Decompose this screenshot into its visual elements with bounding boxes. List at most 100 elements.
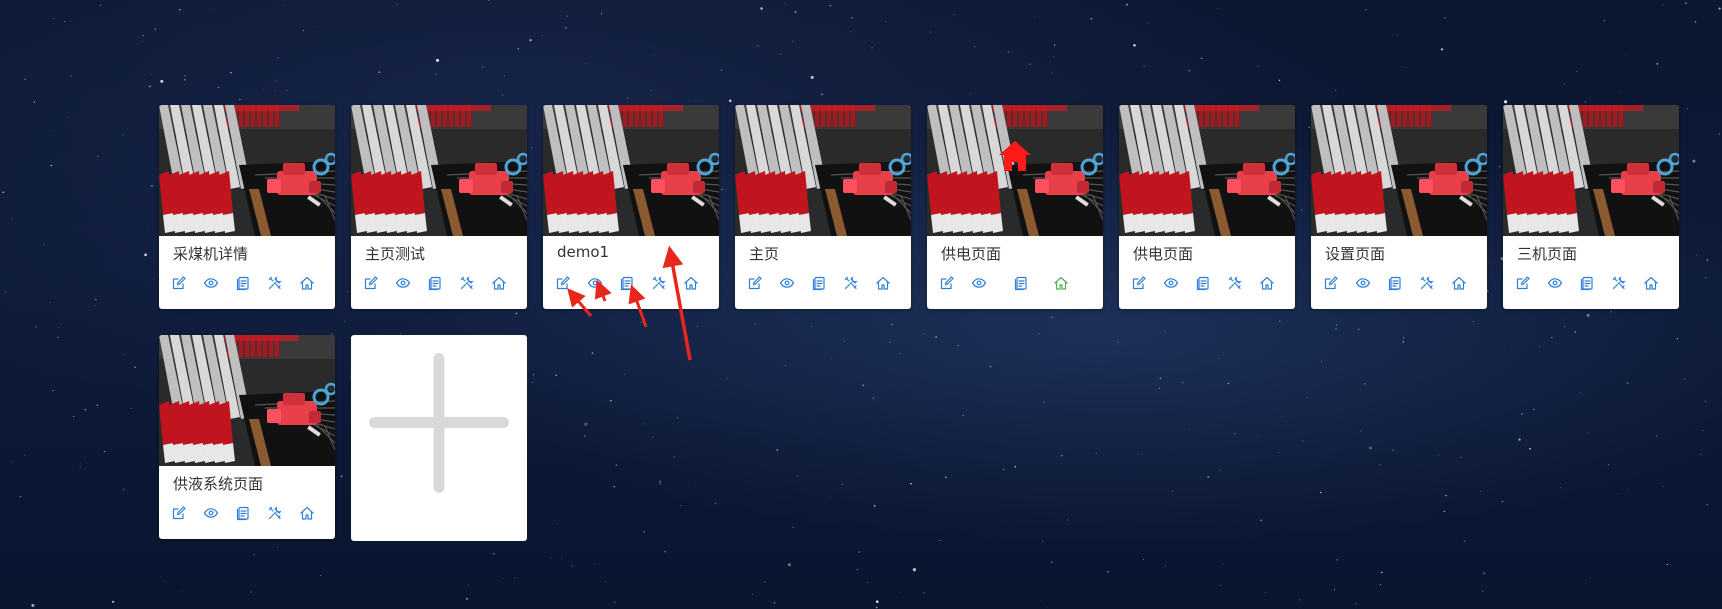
edit-button[interactable] — [1323, 272, 1355, 294]
copy-button[interactable] — [1387, 272, 1419, 294]
set-home-button[interactable] — [299, 272, 331, 294]
star — [1333, 588, 1336, 591]
star — [591, 352, 594, 354]
star — [680, 505, 682, 507]
set-home-button[interactable] — [491, 272, 523, 294]
star — [565, 27, 567, 29]
star — [555, 374, 557, 376]
star — [340, 475, 343, 478]
edit-button[interactable] — [171, 502, 203, 524]
star — [72, 416, 74, 417]
settings-button[interactable] — [651, 272, 683, 294]
view-button[interactable] — [395, 272, 427, 294]
view-button[interactable] — [971, 272, 1013, 294]
star — [642, 423, 644, 425]
set-home-button[interactable] — [683, 272, 715, 294]
view-button[interactable] — [1355, 272, 1387, 294]
set-home-button[interactable] — [299, 502, 331, 524]
star — [1440, 48, 1444, 51]
edit-button[interactable] — [747, 272, 779, 294]
star — [1141, 453, 1143, 455]
copy-button[interactable] — [619, 272, 651, 294]
edit-button[interactable] — [171, 272, 203, 294]
copy-button[interactable] — [1195, 272, 1227, 294]
star — [1483, 572, 1485, 574]
star — [1504, 100, 1508, 104]
set-home-button[interactable] — [1259, 272, 1291, 294]
star — [844, 341, 845, 342]
star — [974, 46, 976, 48]
settings-button[interactable] — [267, 272, 299, 294]
view-icon — [1355, 278, 1371, 288]
view-button[interactable] — [203, 272, 235, 294]
star — [954, 14, 956, 16]
star — [945, 476, 947, 479]
copy-button[interactable] — [427, 272, 459, 294]
star — [66, 117, 68, 118]
page-card-actions — [555, 272, 715, 294]
copy-button[interactable] — [1013, 272, 1053, 294]
copy-button[interactable] — [811, 272, 843, 294]
star — [1325, 443, 1326, 444]
edit-button[interactable] — [1131, 272, 1163, 294]
star — [466, 598, 468, 600]
star — [147, 226, 149, 228]
view-button[interactable] — [587, 272, 619, 294]
star — [277, 546, 279, 548]
edit-button[interactable] — [1515, 272, 1547, 294]
star — [694, 480, 695, 482]
star — [1403, 337, 1405, 339]
star — [776, 449, 779, 451]
view-button[interactable] — [203, 502, 235, 524]
star — [1051, 561, 1053, 563]
copy-button[interactable] — [235, 272, 267, 294]
star — [154, 279, 155, 281]
set-home-button[interactable] — [1451, 272, 1483, 294]
settings-button[interactable] — [1611, 272, 1643, 294]
settings-icon — [1612, 276, 1626, 290]
star — [1364, 382, 1366, 385]
star — [924, 333, 926, 335]
star — [1481, 590, 1484, 592]
settings-button[interactable] — [459, 272, 491, 294]
view-button[interactable] — [1163, 272, 1195, 294]
view-button[interactable] — [779, 272, 811, 294]
copy-button[interactable] — [235, 502, 267, 524]
star — [184, 79, 186, 81]
set-home-button[interactable] — [1053, 272, 1089, 294]
view-icon — [779, 278, 795, 288]
star — [1628, 488, 1630, 490]
star — [595, 564, 596, 565]
settings-icon — [268, 506, 282, 520]
star — [481, 66, 484, 68]
star — [1320, 491, 1322, 494]
copy-button[interactable] — [1579, 272, 1611, 294]
edit-button[interactable] — [555, 272, 587, 294]
star — [1574, 331, 1576, 333]
page-card-actions — [363, 272, 523, 294]
settings-button[interactable] — [1227, 272, 1259, 294]
settings-button[interactable] — [843, 272, 875, 294]
set-home-button[interactable] — [875, 272, 907, 294]
star — [1684, 378, 1686, 380]
star — [130, 408, 132, 410]
star — [794, 501, 796, 502]
star — [435, 58, 440, 62]
settings-button[interactable] — [1419, 272, 1451, 294]
star — [11, 461, 13, 463]
edit-button[interactable] — [363, 272, 395, 294]
edit-icon — [556, 276, 570, 290]
page-thumbnail — [351, 105, 527, 236]
star — [64, 21, 66, 23]
view-button[interactable] — [1547, 272, 1579, 294]
add-page-card[interactable] — [351, 335, 527, 541]
star — [760, 7, 763, 10]
settings-button[interactable] — [267, 502, 299, 524]
star — [239, 98, 241, 101]
star — [1498, 166, 1501, 168]
set-home-button[interactable] — [1643, 272, 1675, 294]
edit-button[interactable] — [939, 272, 971, 294]
star — [1043, 401, 1045, 403]
view-icon — [1547, 278, 1563, 288]
star — [571, 565, 574, 567]
